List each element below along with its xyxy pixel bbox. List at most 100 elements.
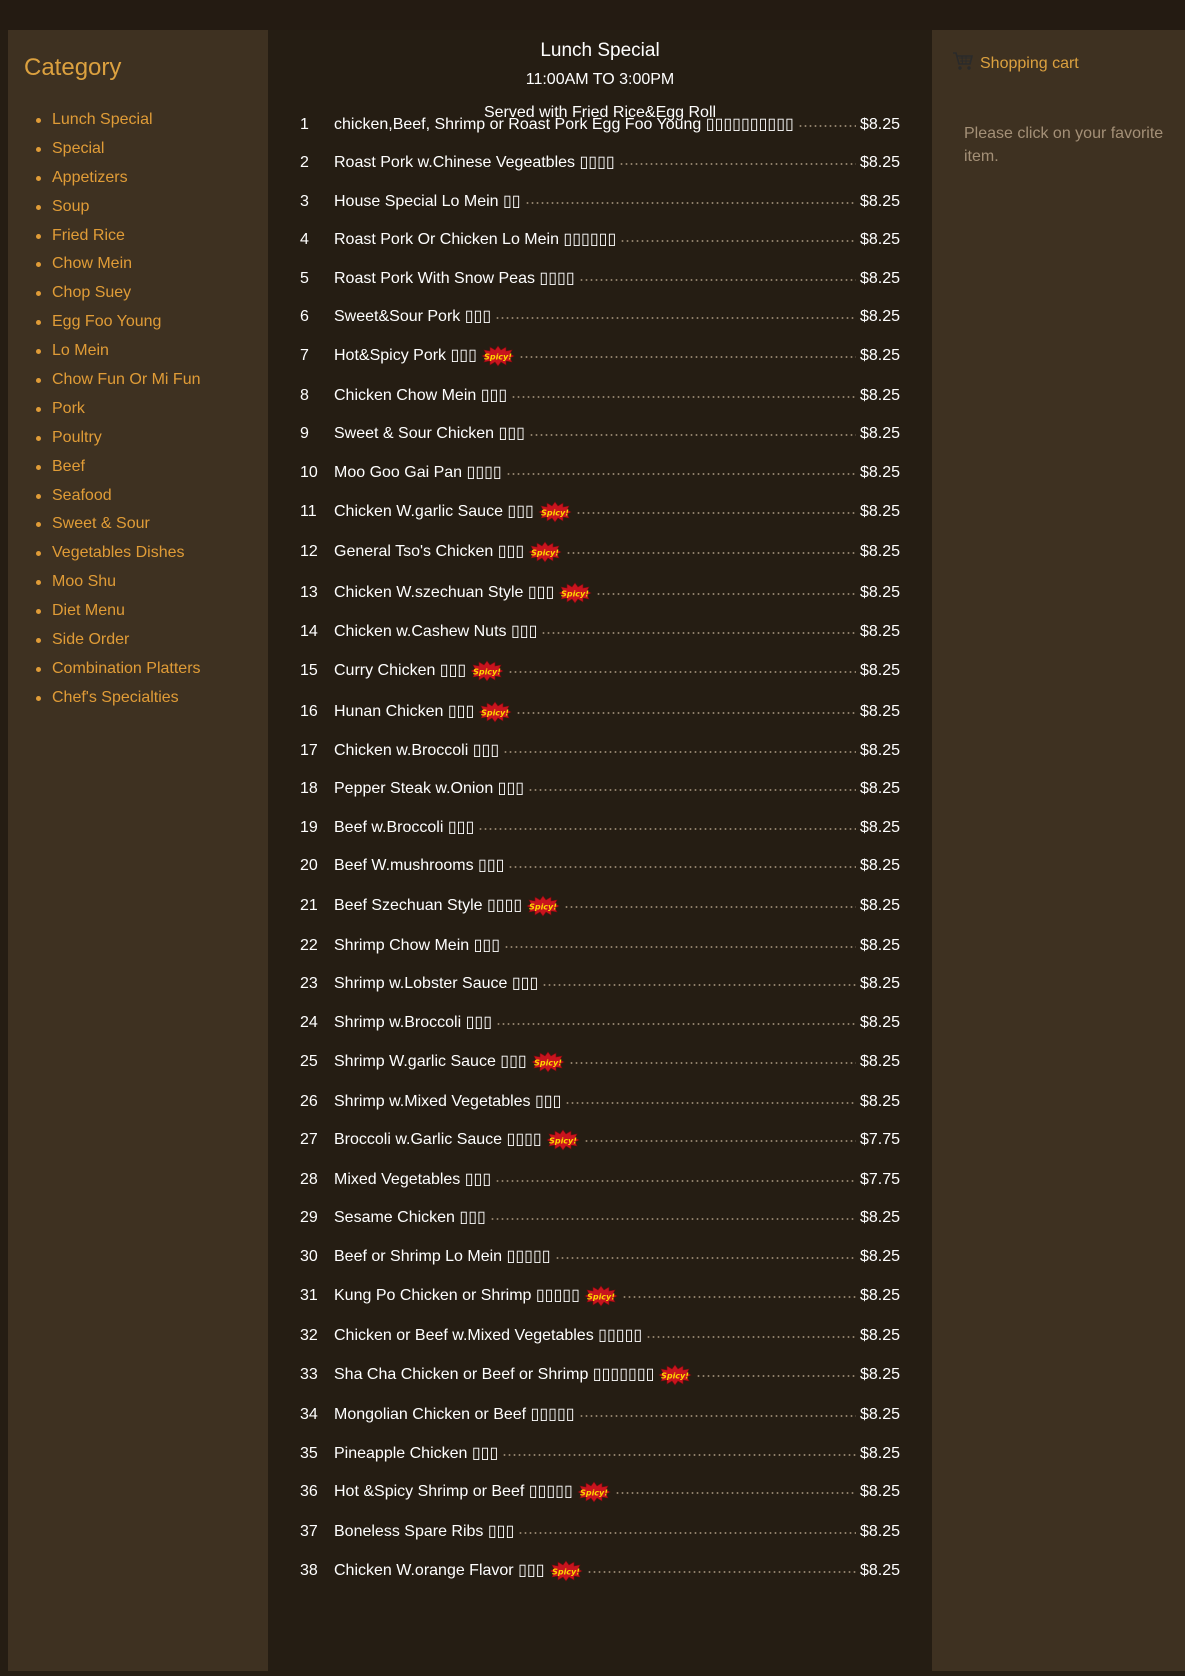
sidebar-item-moo-shu[interactable]: Moo Shu [36,568,201,597]
menu-item[interactable]: 1 chicken,Beef, Shrimp or Roast Pork Egg … [268,110,932,140]
item-name[interactable]: Roast Pork w.Chinese Vegeatbles ▯▯▯▯ [334,148,615,178]
sidebar-item-beef[interactable]: Beef [36,453,201,482]
item-name[interactable]: Sesame Chicken ▯▯▯ [334,1203,486,1233]
sidebar-item-lo-mein[interactable]: Lo Mein [36,337,201,366]
menu-item[interactable]: 5 Roast Pork With Snow Peas ▯▯▯▯ $8.25 [268,264,932,294]
sidebar-item-diet-menu[interactable]: Diet Menu [36,597,201,626]
item-name[interactable]: Sweet & Sour Chicken ▯▯▯ [334,419,525,449]
sidebar-item-chef-s-specialties[interactable]: Chef's Specialties [36,684,201,713]
item-name[interactable]: Chicken W.garlic Sauce ▯▯▯ [334,497,534,527]
item-name[interactable]: Chicken Chow Mein ▯▯▯ [334,381,507,411]
menu-item[interactable]: 38 Chicken W.orange Flavor ▯▯▯ Spicy! $8.25 [268,1556,932,1586]
item-name[interactable]: Mongolian Chicken or Beef ▯▯▯▯▯ [334,1400,575,1430]
menu-item[interactable]: 3 House Special Lo Mein ▯▯ $8.25 [268,187,932,217]
menu-item[interactable]: 36 Hot &Spicy Shrimp or Beef ▯▯▯▯▯ Spicy! $… [268,1477,932,1507]
menu-item[interactable]: 34 Mongolian Chicken or Beef ▯▯▯▯▯ $8.25 [268,1400,932,1430]
menu-item[interactable]: 10 Moo Goo Gai Pan ▯▯▯▯ $8.25 [268,458,932,488]
item-name[interactable]: Shrimp w.Broccoli ▯▯▯ [334,1008,492,1038]
sidebar-item-sweet-sour[interactable]: Sweet & Sour [36,510,201,539]
menu-item[interactable]: 27 Broccoli w.Garlic Sauce ▯▯▯▯ Spicy! $7.7… [268,1125,932,1155]
item-name[interactable]: Hunan Chicken ▯▯▯ [334,697,474,727]
menu-item[interactable]: 32 Chicken or Beef w.Mixed Vegetables ▯▯▯… [268,1321,932,1351]
menu-item[interactable]: 17 Chicken w.Broccoli ▯▯▯ $8.25 [268,736,932,766]
sidebar-item-pork[interactable]: Pork [36,395,201,424]
sidebar-item-egg-foo-young[interactable]: Egg Foo Young [36,308,201,337]
menu-item[interactable]: 22 Shrimp Chow Mein ▯▯▯ $8.25 [268,931,932,961]
sidebar-item-lunch-special[interactable]: Lunch Special [36,106,201,135]
item-name[interactable]: Chicken w.Cashew Nuts ▯▯▯ [334,617,537,647]
sidebar-item-vegetables-dishes[interactable]: Vegetables Dishes [36,539,201,568]
item-name[interactable]: Roast Pork With Snow Peas ▯▯▯▯ [334,264,575,294]
menu-item[interactable]: 11 Chicken W.garlic Sauce ▯▯▯ Spicy! $8.25 [268,497,932,527]
menu-item[interactable]: 23 Shrimp w.Lobster Sauce ▯▯▯ $8.25 [268,969,932,999]
sidebar-item-appetizers[interactable]: Appetizers [36,164,201,193]
menu-item[interactable]: 14 Chicken w.Cashew Nuts ▯▯▯ $8.25 [268,617,932,647]
menu-item[interactable]: 4 Roast Pork Or Chicken Lo Mein ▯▯▯▯▯▯ $8.… [268,225,932,255]
menu-item[interactable]: 9 Sweet & Sour Chicken ▯▯▯ $8.25 [268,419,932,449]
item-name[interactable]: Beef W.mushrooms ▯▯▯ [334,851,504,881]
menu-item[interactable]: 26 Shrimp w.Mixed Vegetables ▯▯▯ $8.25 [268,1087,932,1117]
menu-item[interactable]: 30 Beef or Shrimp Lo Mein ▯▯▯▯▯ $8.25 [268,1242,932,1272]
item-name[interactable]: House Special Lo Mein ▯▯ [334,187,521,217]
menu-item[interactable]: 24 Shrimp w.Broccoli ▯▯▯ $8.25 [268,1008,932,1038]
item-name[interactable]: Beef or Shrimp Lo Mein ▯▯▯▯▯ [334,1242,551,1272]
item-name[interactable]: Pepper Steak w.Onion ▯▯▯ [334,774,524,804]
item-name[interactable]: Boneless Spare Ribs ▯▯▯ [334,1517,514,1547]
spicy-label: Spicy! [580,1489,608,1498]
menu-item[interactable]: 7 Hot&Spicy Pork ▯▯▯ Spicy! $8.25 [268,341,932,371]
menu-item[interactable]: 25 Shrimp W.garlic Sauce ▯▯▯ Spicy! $8.25 [268,1047,932,1077]
item-name[interactable]: Hot &Spicy Shrimp or Beef ▯▯▯▯▯ [334,1477,573,1507]
item-name[interactable]: Beef w.Broccoli ▯▯▯ [334,813,474,843]
item-name[interactable]: Chicken W.szechuan Style ▯▯▯ [334,578,554,608]
sidebar-item-combination-platters[interactable]: Combination Platters [36,655,201,684]
item-name[interactable]: Broccoli w.Garlic Sauce ▯▯▯▯ [334,1125,542,1155]
shopping-cart-link[interactable]: Shopping cart [952,51,1079,76]
item-name[interactable]: Moo Goo Gai Pan ▯▯▯▯ [334,458,502,488]
sidebar-item-chow-fun-or-mi-fun[interactable]: Chow Fun Or Mi Fun [36,366,201,395]
item-name[interactable]: Shrimp W.garlic Sauce ▯▯▯ [334,1047,527,1077]
sidebar-item-chop-suey[interactable]: Chop Suey [36,279,201,308]
item-name[interactable]: chicken,Beef, Shrimp or Roast Pork Egg F… [334,110,794,140]
item-name[interactable]: Mixed Vegetables ▯▯▯ [334,1165,491,1195]
item-name[interactable]: Curry Chicken ▯▯▯ [334,656,466,686]
sidebar-item-chow-mein[interactable]: Chow Mein [36,250,201,279]
menu-item[interactable]: 29 Sesame Chicken ▯▯▯ $8.25 [268,1203,932,1233]
sidebar-item-seafood[interactable]: Seafood [36,482,201,511]
sidebar-item-side-order[interactable]: Side Order [36,626,201,655]
item-name[interactable]: Chicken W.orange Flavor ▯▯▯ [334,1556,545,1586]
item-name[interactable]: Hot&Spicy Pork ▯▯▯ [334,341,477,371]
menu-item[interactable]: 31 Kung Po Chicken or Shrimp ▯▯▯▯▯ Spicy! $… [268,1281,932,1311]
menu-item[interactable]: 18 Pepper Steak w.Onion ▯▯▯ $8.25 [268,774,932,804]
item-name[interactable]: Kung Po Chicken or Shrimp ▯▯▯▯▯ [334,1281,580,1311]
menu-item[interactable]: 19 Beef w.Broccoli ▯▯▯ $8.25 [268,813,932,843]
item-name[interactable]: Pineapple Chicken ▯▯▯ [334,1439,498,1469]
item-name[interactable]: Sweet&Sour Pork ▯▯▯ [334,302,491,332]
item-name[interactable]: Shrimp Chow Mein ▯▯▯ [334,931,500,961]
menu-item[interactable]: 21 Beef Szechuan Style ▯▯▯▯ Spicy! $8.25 [268,891,932,921]
item-name[interactable]: Roast Pork Or Chicken Lo Mein ▯▯▯▯▯▯ [334,225,616,255]
item-name[interactable]: Beef Szechuan Style ▯▯▯▯ [334,891,522,921]
menu-item[interactable]: 13 Chicken W.szechuan Style ▯▯▯ Spicy! $8.2… [268,578,932,608]
item-name[interactable]: Sha Cha Chicken or Beef or Shrimp ▯▯▯▯▯▯… [334,1360,654,1390]
menu-item[interactable]: 33 Sha Cha Chicken or Beef or Shrimp ▯▯▯▯… [268,1360,932,1390]
menu-item[interactable]: 20 Beef W.mushrooms ▯▯▯ $8.25 [268,851,932,881]
sidebar-item-poultry[interactable]: Poultry [36,424,201,453]
sidebar-item-special[interactable]: Special [36,135,201,164]
spicy-icon: Spicy! [538,501,572,523]
menu-item[interactable]: 6 Sweet&Sour Pork ▯▯▯ $8.25 [268,302,932,332]
item-name[interactable]: Chicken or Beef w.Mixed Vegetables ▯▯▯▯▯ [334,1321,642,1351]
menu-item[interactable]: 28 Mixed Vegetables ▯▯▯ $7.75 [268,1165,932,1195]
sidebar-item-soup[interactable]: Soup [36,193,201,222]
sidebar-item-fried-rice[interactable]: Fried Rice [36,222,201,251]
menu-item[interactable]: 35 Pineapple Chicken ▯▯▯ $8.25 [268,1439,932,1469]
item-name[interactable]: Shrimp w.Lobster Sauce ▯▯▯ [334,969,538,999]
menu-item[interactable]: 15 Curry Chicken ▯▯▯ Spicy! $8.25 [268,656,932,686]
menu-item[interactable]: 37 Boneless Spare Ribs ▯▯▯ $8.25 [268,1517,932,1547]
item-name[interactable]: Chicken w.Broccoli ▯▯▯ [334,736,499,766]
item-name[interactable]: Shrimp w.Mixed Vegetables ▯▯▯ [334,1087,561,1117]
menu-item[interactable]: 8 Chicken Chow Mein ▯▯▯ $8.25 [268,381,932,411]
item-name[interactable]: General Tso's Chicken ▯▯▯ [334,537,524,567]
menu-item[interactable]: 16 Hunan Chicken ▯▯▯ Spicy! $8.25 [268,697,932,727]
menu-item[interactable]: 12 General Tso's Chicken ▯▯▯ Spicy! $8.25 [268,537,932,567]
menu-item[interactable]: 2 Roast Pork w.Chinese Vegeatbles ▯▯▯▯ $8.… [268,148,932,178]
